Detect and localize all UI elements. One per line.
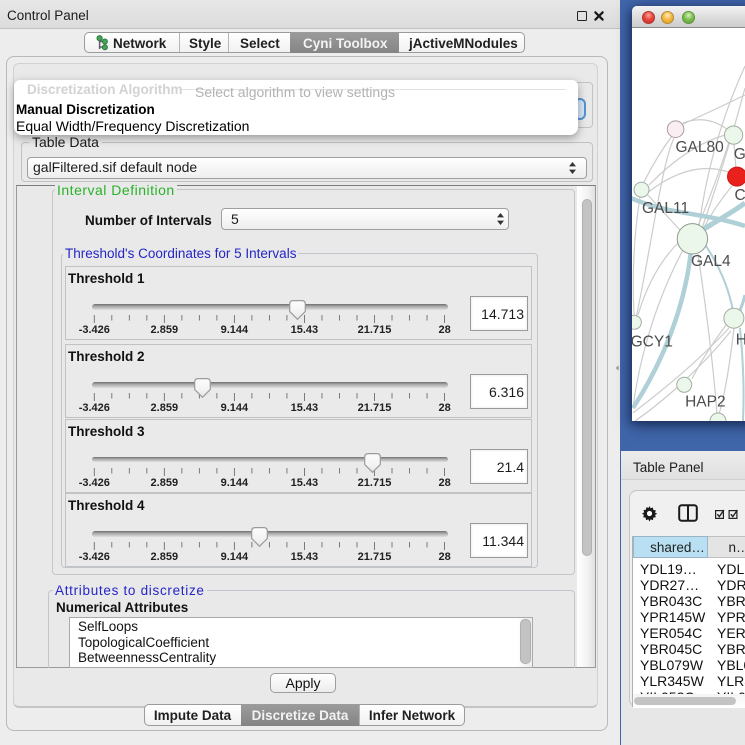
svg-text:GA: GA — [734, 146, 745, 163]
svg-text:CD: CD — [735, 187, 745, 204]
svg-text:GAL11: GAL11 — [642, 200, 689, 217]
svg-text:GCY1: GCY1 — [632, 333, 673, 350]
svg-text:GAL4: GAL4 — [691, 253, 731, 270]
svg-text:HAP2: HAP2 — [685, 393, 726, 410]
svg-text:HI: HI — [736, 332, 745, 349]
svg-text:GAL80: GAL80 — [676, 139, 725, 156]
